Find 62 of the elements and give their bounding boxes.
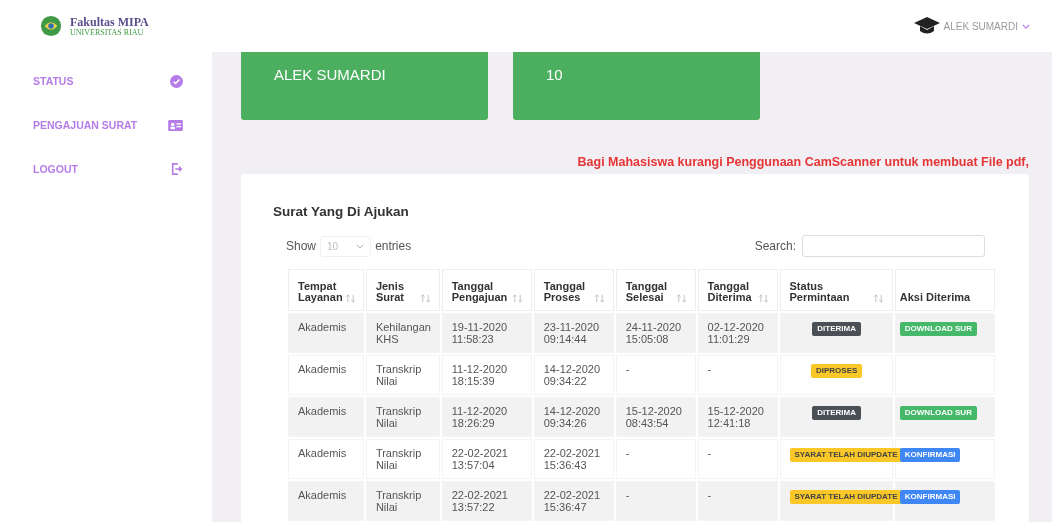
table-cell: 11-12-2020 18:15:39 bbox=[441, 355, 532, 395]
page-size-select[interactable]: 10 bbox=[320, 235, 372, 257]
table-cell: 22-02-2021 13:57:22 bbox=[441, 481, 532, 521]
table-cell: 19-11-2020 11:58:23 bbox=[441, 313, 532, 353]
card-value: ALEK SUMARDI bbox=[274, 66, 386, 83]
table-cell: 11-12-2020 18:26:29 bbox=[441, 397, 532, 437]
column-header[interactable]: Tanggal Proses bbox=[533, 269, 614, 311]
table-cell: Transkrip Nilai bbox=[365, 397, 440, 437]
table-cell: 22-02-2021 15:36:43 bbox=[533, 439, 614, 479]
table-cell: - bbox=[615, 439, 696, 479]
action-button[interactable]: DOWNLOAD SUR bbox=[899, 322, 977, 336]
table-cell: - bbox=[697, 481, 778, 521]
column-header[interactable]: Tanggal Diterima bbox=[697, 269, 778, 311]
column-header[interactable]: Status Permintaan bbox=[779, 269, 893, 311]
brand-title: Fakultas MIPA bbox=[70, 15, 149, 28]
card-value: 10 bbox=[546, 66, 563, 83]
table-cell: 14-12-2020 09:34:26 bbox=[533, 397, 614, 437]
table-cell: Transkrip Nilai bbox=[365, 481, 440, 521]
table-cell: - bbox=[615, 481, 696, 521]
table-cell: Akademis bbox=[288, 481, 364, 521]
notice-text: Bagi Mahasiswa kurangi Penggunaan CamScanner untuk membuat File pdf, bbox=[577, 155, 1029, 169]
sidebar-item[interactable]: PENGAJUAN SURAT bbox=[0, 118, 212, 132]
table-cell: Akademis bbox=[288, 397, 364, 437]
column-header[interactable]: Tanggal Selesai bbox=[615, 269, 696, 311]
table-cell: 23-11-2020 09:14:44 bbox=[533, 313, 614, 353]
table-cell: - bbox=[615, 355, 696, 395]
table-cell: 22-02-2021 15:36:47 bbox=[533, 481, 614, 521]
entries-label: entries bbox=[375, 239, 412, 253]
table-cell: 02-12-2020 11:01:29 bbox=[697, 313, 778, 353]
table-cell: Akademis bbox=[288, 439, 364, 479]
status-badge: DIPROSES bbox=[811, 364, 863, 378]
column-header: Aksi Diterima bbox=[894, 269, 995, 311]
user-name: ALEK SUMARDI bbox=[943, 20, 1018, 32]
brand-subtitle: UNIVERSITAS RIAU bbox=[70, 28, 145, 37]
status-badge: DITERIMA bbox=[812, 322, 861, 336]
table-cell: 14-12-2020 09:34:22 bbox=[533, 355, 614, 395]
table-cell: 15-12-2020 12:41:18 bbox=[697, 397, 778, 437]
column-header[interactable]: Jenis Surat bbox=[365, 269, 440, 311]
table-cell: Transkrip Nilai bbox=[365, 355, 440, 395]
action-button[interactable]: KONFIRMASI bbox=[899, 490, 961, 504]
search-label: Search: bbox=[754, 239, 796, 253]
column-header[interactable]: Tanggal Pengajuan bbox=[441, 269, 532, 311]
table-cell: Akademis bbox=[288, 313, 364, 353]
user-menu[interactable]: ALEK SUMARDI bbox=[913, 16, 1030, 36]
panel-title: Surat Yang Di Ajukan bbox=[273, 204, 410, 219]
show-label: Show bbox=[286, 239, 317, 253]
action-button[interactable]: KONFIRMASI bbox=[899, 448, 961, 462]
table-cell: 22-02-2021 13:57:04 bbox=[441, 439, 532, 479]
table-cell: Akademis bbox=[288, 355, 364, 395]
sidebar-item[interactable]: STATUS bbox=[0, 74, 212, 88]
status-badge: DITERIMA bbox=[812, 406, 861, 420]
status-badge: SYARAT TELAH DIUPDATE bbox=[789, 448, 903, 462]
action-button[interactable]: DOWNLOAD SUR bbox=[899, 406, 977, 420]
column-header[interactable]: Tempat Layanan bbox=[288, 269, 364, 311]
table-cell: Kehilangan KHS bbox=[365, 313, 440, 353]
table-cell: - bbox=[697, 439, 778, 479]
table-cell: Transkrip Nilai bbox=[365, 439, 440, 479]
table-cell: 24-11-2020 15:05:08 bbox=[615, 313, 696, 353]
table-cell: - bbox=[697, 355, 778, 395]
table-cell: 15-12-2020 08:43:54 bbox=[615, 397, 696, 437]
status-badge: SYARAT TELAH DIUPDATE bbox=[789, 490, 903, 504]
sidebar-item[interactable]: LOGOUT bbox=[0, 162, 212, 176]
